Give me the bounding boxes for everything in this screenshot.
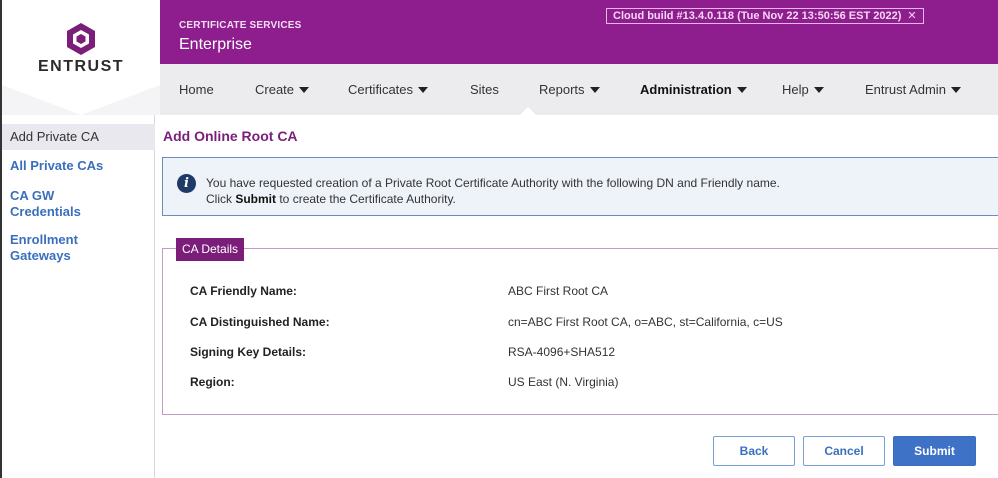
sidebar: Add Private CA All Private CAs CA GW Cre… [2, 115, 155, 478]
signing-key-details-label: Signing Key Details: [190, 345, 307, 359]
app-frame: ENTRUST CERTIFICATE SERVICES Enterprise … [0, 0, 998, 478]
sidebar-item-label: CA GW [10, 188, 55, 203]
nav-create[interactable]: Create [255, 64, 310, 115]
sidebar-item-label: Enrollment [10, 232, 78, 247]
sidebar-item-all-private-cas[interactable]: All Private CAs [10, 158, 103, 174]
nav-home[interactable]: Home [179, 64, 214, 115]
logo[interactable]: ENTRUST [2, 0, 160, 90]
caret-down-icon [813, 87, 824, 93]
info-message: i You have requested creation of a Priva… [162, 157, 998, 216]
caret-down-icon [950, 87, 961, 93]
nav-administration-label: Administration [640, 82, 732, 97]
header-bar: CERTIFICATE SERVICES Enterprise Cloud bu… [160, 0, 998, 64]
build-banner: Cloud build #13.4.0.118 (Tue Nov 22 13:5… [606, 8, 924, 24]
nav-sites-label: Sites [470, 82, 499, 97]
info-text-prefix: Click [206, 192, 236, 206]
page-title: Add Online Root CA [163, 128, 298, 144]
nav-administration[interactable]: Administration [640, 64, 747, 115]
ca-distinguished-name-value: cn=ABC First Root CA, o=ABC, st=Californ… [508, 315, 783, 329]
main-nav: Home Create Certificates Sites Reports A… [160, 64, 998, 115]
nav-sites[interactable]: Sites [470, 64, 499, 115]
caret-down-icon [299, 87, 310, 93]
caret-down-icon [736, 87, 747, 93]
cancel-button[interactable]: Cancel [803, 436, 885, 466]
entrust-logo-icon [67, 23, 95, 55]
ca-friendly-name-value: ABC First Root CA [508, 284, 609, 298]
nav-reports[interactable]: Reports [539, 64, 600, 115]
close-icon[interactable]: ✕ [907, 9, 916, 23]
nav-certificates-label: Certificates [348, 82, 414, 97]
nav-user-menu-label: Entrust Admin [865, 82, 946, 97]
sidebar-item-label: Gateways [10, 248, 71, 263]
sidebar-item-ca-gw-credentials[interactable]: CA GW Credentials [10, 188, 81, 220]
sidebar-item-enrollment-gateways[interactable]: Enrollment Gateways [10, 232, 78, 264]
sidebar-item-add-private-ca[interactable]: Add Private CA [10, 129, 99, 145]
info-icon: i [177, 174, 196, 193]
nav-reports-label: Reports [539, 82, 585, 97]
info-text-line2: Click Submit to create the Certificate A… [206, 192, 456, 206]
signing-key-details-value: RSA-4096+SHA512 [508, 345, 616, 359]
ca-distinguished-name-label: CA Distinguished Name: [190, 315, 330, 329]
nav-help-label: Help [782, 82, 809, 97]
active-nav-pointer [520, 107, 536, 115]
submit-button[interactable]: Submit [893, 436, 976, 466]
caret-down-icon [418, 87, 429, 93]
caret-down-icon [589, 87, 600, 93]
info-text-submit-emphasis: Submit [235, 192, 277, 206]
sidebar-item-label: Credentials [10, 204, 81, 219]
nav-user-menu[interactable]: Entrust Admin [865, 64, 961, 115]
ca-details-panel [162, 248, 998, 415]
nav-help[interactable]: Help [782, 64, 824, 115]
logo-text: ENTRUST [37, 58, 125, 75]
nav-home-label: Home [179, 82, 214, 97]
build-banner-text: Cloud build #13.4.0.118 (Tue Nov 22 13:5… [613, 10, 902, 22]
info-text-suffix: to create the Certificate Authority. [276, 192, 456, 206]
service-subtitle: Enterprise [179, 36, 252, 53]
back-button[interactable]: Back [713, 436, 795, 466]
service-title: CERTIFICATE SERVICES [179, 20, 302, 31]
region-label: Region: [190, 375, 235, 389]
nav-create-label: Create [255, 82, 295, 97]
info-text-line1: You have requested creation of a Private… [206, 176, 780, 190]
ca-friendly-name-label: CA Friendly Name: [190, 284, 297, 298]
region-value: US East (N. Virginia) [508, 375, 619, 389]
ca-details-legend: CA Details [176, 238, 245, 261]
nav-certificates[interactable]: Certificates [348, 64, 429, 115]
